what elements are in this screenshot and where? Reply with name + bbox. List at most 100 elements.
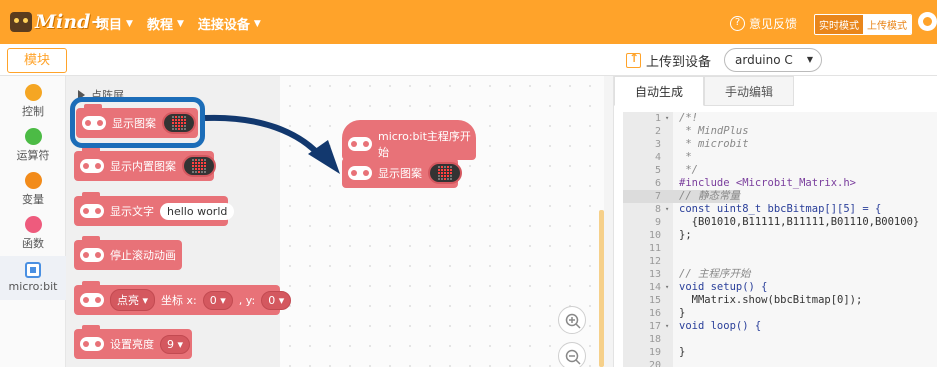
fold-arrow-icon[interactable]: ▾: [665, 281, 673, 294]
text-input[interactable]: hello world: [160, 202, 235, 220]
gear-icon[interactable]: [918, 12, 937, 31]
mindplus-logo[interactable]: Mind+: [10, 9, 106, 35]
upload-icon: [626, 51, 641, 68]
fold-arrow-icon[interactable]: ▾: [665, 320, 673, 333]
chevron-down-icon: ▾: [177, 337, 184, 351]
led-dot: [195, 171, 197, 173]
brightness-dropdown[interactable]: 9 ▾: [160, 334, 191, 354]
zoom-in-button[interactable]: [558, 306, 586, 334]
code-line[interactable]: 10};: [623, 229, 937, 242]
fold-arrow-icon: [665, 294, 673, 307]
tab-manual-edit[interactable]: 手动编辑: [704, 76, 794, 106]
category-operators[interactable]: 运算符: [0, 124, 66, 168]
code-line[interactable]: 6 #include <Microbit_Matrix.h>: [623, 177, 937, 190]
code-editor[interactable]: 1 ▾/*! 2 * MindPlus 3 * microbit 4 * 5 */6 #in…: [623, 112, 937, 367]
menu-connect-label: 连接设备: [197, 18, 250, 33]
line-number: 2: [623, 125, 665, 138]
hat-block-label: micro:bit主程序开始: [378, 130, 471, 159]
code-panel: 自动生成 手动编辑 1 ▾/*! 2 * MindPlus 3 * microbit 4…: [613, 76, 937, 367]
code-line[interactable]: 1 ▾ /*!: [623, 112, 937, 125]
toggle-icon: [348, 137, 372, 151]
code-line[interactable]: 7 // 静态常量: [623, 190, 937, 203]
workspace-scrollbar[interactable]: [599, 210, 604, 367]
code-text: };: [679, 229, 692, 241]
code-line[interactable]: 12: [623, 255, 937, 268]
code-line[interactable]: 13 // 主程序开始: [623, 268, 937, 281]
x-dropdown[interactable]: 0 ▾: [202, 290, 233, 310]
led-dot: [447, 166, 449, 168]
upload-button[interactable]: 上传到设备: [626, 51, 711, 70]
upload-mode-button[interactable]: 上传模式: [863, 15, 911, 34]
toggle-icon: [80, 337, 104, 351]
live-mode-button[interactable]: 实时模式: [815, 15, 863, 34]
category-microbit[interactable]: micro:bit: [0, 256, 66, 300]
zoom-out-button[interactable]: [558, 342, 586, 367]
block-show-text[interactable]: 显示文字 hello world: [74, 192, 235, 226]
category-label: 控制: [22, 105, 44, 118]
fold-arrow-icon: [665, 255, 673, 268]
led-dot: [438, 172, 440, 174]
code-text: /*!: [679, 112, 698, 124]
feedback-link[interactable]: ? 意见反馈: [730, 15, 797, 32]
block-label: 停止滚动动画: [110, 249, 176, 262]
code-line[interactable]: 8 ▾ const uint8_t bbcBitmap[][5] = {: [623, 203, 937, 216]
y-dropdown[interactable]: 0 ▾: [261, 290, 292, 310]
modules-button[interactable]: 模块: [7, 48, 67, 73]
code-line[interactable]: 2 * MindPlus: [623, 125, 937, 138]
block-stop-scroll[interactable]: 停止滚动动画: [74, 236, 182, 270]
category-dot-icon: [24, 84, 42, 101]
tab-auto-generate[interactable]: 自动生成: [614, 76, 704, 106]
code-line[interactable]: 14 ▾ void setup() {: [623, 281, 937, 294]
led-dot: [441, 166, 443, 168]
toggle-icon: [80, 204, 104, 218]
top-bar: Mind+ 项目 ▼ 教程 ▼ 连接设备 ▼ ? 意见反馈 实时模式 上传模式: [0, 0, 937, 44]
menu-tutorial-label: 教程: [146, 18, 173, 33]
plot-mode-dropdown[interactable]: 点亮 ▾: [110, 289, 156, 311]
code-line[interactable]: 15 MMatrix.show(bbcBitmap[0]);: [623, 294, 937, 307]
code-line[interactable]: 17 ▾ void loop() {: [623, 320, 937, 333]
fold-arrow-icon: [665, 242, 673, 255]
block-show-builtin-pattern[interactable]: 显示内置图案: [74, 147, 216, 181]
fold-arrow-icon: [665, 138, 673, 151]
code-line[interactable]: 11: [623, 242, 937, 255]
zoom-in-icon: [565, 313, 581, 329]
line-number: 10: [623, 229, 665, 242]
line-number: 8: [623, 203, 665, 216]
category-label: 函数: [22, 237, 44, 250]
code-line[interactable]: 3 * microbit: [623, 138, 937, 151]
workspace-block-show-pattern[interactable]: 显示图案: [342, 154, 462, 188]
led-dot: [444, 175, 446, 177]
fold-arrow-icon: [665, 346, 673, 359]
menu-tutorial[interactable]: 教程 ▼: [147, 14, 184, 33]
code-line[interactable]: 16}: [623, 307, 937, 320]
category-control[interactable]: 控制: [0, 80, 66, 124]
fold-arrow-icon: [665, 151, 673, 164]
line-number: 5: [623, 164, 665, 177]
led-dot: [438, 178, 440, 180]
code-line[interactable]: 5 */: [623, 164, 937, 177]
code-line[interactable]: 9 {B01010,B11111,B11111,B01110,B00100}: [623, 216, 937, 229]
menu-connect-device[interactable]: 连接设备 ▼: [198, 14, 261, 33]
code-text: void setup() {: [679, 281, 768, 293]
fold-arrow-icon[interactable]: ▾: [665, 112, 673, 125]
fold-arrow-icon[interactable]: ▾: [665, 203, 673, 216]
chevron-down-icon: ▼: [253, 18, 261, 29]
block-plot-point[interactable]: 点亮 ▾ 坐标 x: 0 ▾ , y: 0 ▾: [74, 281, 292, 315]
device-value: arduino C: [735, 53, 793, 67]
code-line[interactable]: 4 *: [623, 151, 937, 164]
main-menu: 项目 ▼ 教程 ▼ 连接设备 ▼: [96, 14, 261, 33]
category-functions[interactable]: 函数: [0, 212, 66, 256]
led-dot: [192, 171, 194, 173]
fold-arrow-icon: [665, 333, 673, 346]
menu-project[interactable]: 项目 ▼: [96, 14, 133, 33]
code-line[interactable]: 18: [623, 333, 937, 346]
fold-arrow-icon: [665, 190, 673, 203]
code-line[interactable]: 20: [623, 359, 937, 367]
fold-arrow-icon: [665, 229, 673, 242]
code-line[interactable]: 19}: [623, 346, 937, 359]
block-set-brightness[interactable]: 设置亮度 9 ▾: [74, 325, 192, 359]
chevron-down-icon: ▼: [806, 55, 813, 64]
category-variables[interactable]: 变量: [0, 168, 66, 212]
led-matrix-input[interactable]: [428, 162, 462, 184]
device-select[interactable]: arduino C ▼: [724, 48, 822, 72]
